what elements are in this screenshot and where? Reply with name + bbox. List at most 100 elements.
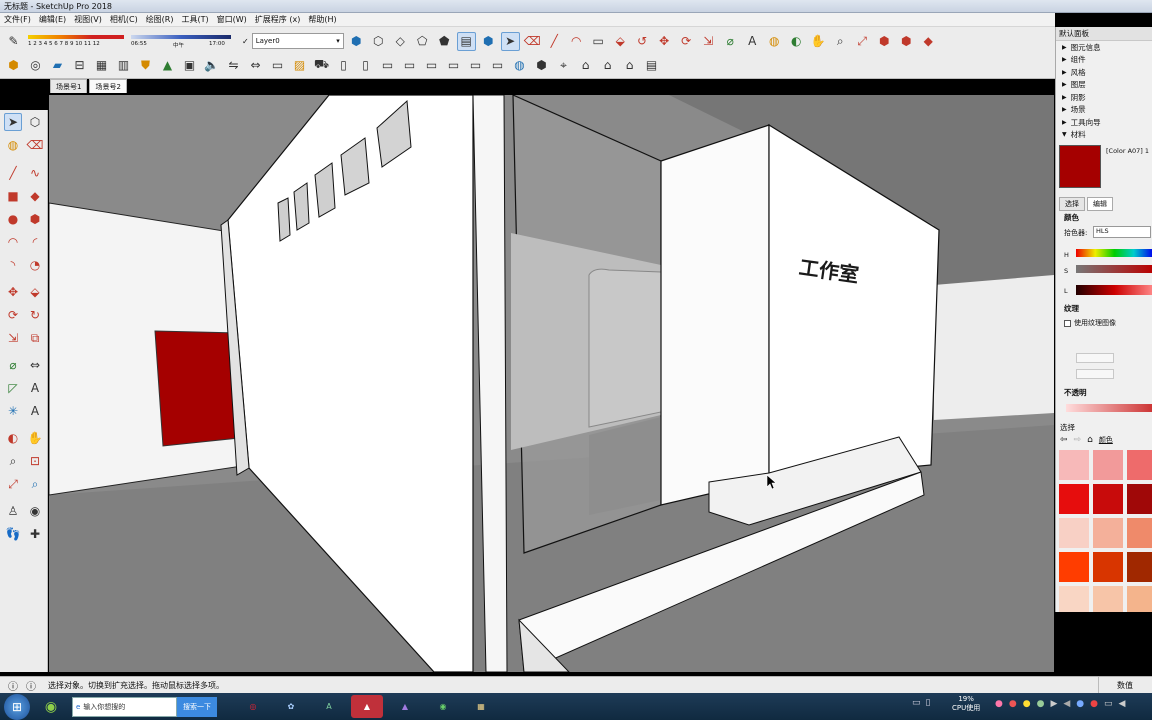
iso-view-icon[interactable]: ▭ <box>378 56 397 75</box>
zoom-window-icon[interactable]: ⊡ <box>26 452 44 470</box>
shadow-month-slider[interactable]: 1 2 3 4 5 6 7 8 9 10 11 12 <box>26 31 126 51</box>
top-view-icon[interactable]: ▭ <box>400 56 419 75</box>
home-icon[interactable]: ⌂ <box>1087 435 1093 445</box>
xray-icon[interactable]: ⬢ <box>347 32 366 51</box>
sun-icon[interactable]: ● <box>1023 699 1031 709</box>
tab-scene-2[interactable]: 场景号2 <box>89 79 127 93</box>
3d-text-icon[interactable]: A <box>26 402 44 420</box>
circle-icon[interactable]: ● <box>4 210 22 228</box>
speaker-icon[interactable]: 🔈 <box>202 56 221 75</box>
text-icon[interactable]: A <box>26 379 44 397</box>
left-view-icon[interactable]: ▭ <box>422 56 441 75</box>
layout-icon[interactable]: ◆ <box>919 32 938 51</box>
rotate-icon[interactable]: ⟳ <box>4 306 22 324</box>
material-swatch[interactable] <box>1059 586 1089 612</box>
vs-icon[interactable]: ▲ <box>389 695 421 718</box>
extension-warehouse-icon[interactable]: ⬢ <box>897 32 916 51</box>
menu-tools[interactable]: 工具(T) <box>182 14 209 25</box>
toggle-terrain-icon[interactable]: ▤ <box>642 56 661 75</box>
axes-icon[interactable]: ✳ <box>4 402 22 420</box>
tab-edit[interactable]: 编辑 <box>1087 197 1113 211</box>
make-component-icon[interactable]: ⬡ <box>26 113 44 131</box>
align-icon[interactable]: ⇋ <box>224 56 243 75</box>
network-icon[interactable]: ● <box>1037 699 1045 709</box>
material-swatch[interactable] <box>1127 586 1152 612</box>
pushpull-icon[interactable]: ⬙ <box>26 283 44 301</box>
help-icon[interactable]: ⓘ <box>26 678 36 693</box>
editor-icon[interactable]: A <box>313 695 345 718</box>
dimension-icon[interactable]: ⇔ <box>246 56 265 75</box>
push-pull-icon[interactable]: ⬙ <box>611 32 630 51</box>
search-button[interactable]: 搜索一下 <box>177 696 217 717</box>
zoom-tool-icon[interactable]: ⌕ <box>4 452 22 470</box>
material-swatch[interactable] <box>1059 552 1089 582</box>
tray-item-components[interactable]: ▶ 组件 <box>1056 54 1152 67</box>
group-icon[interactable]: ◎ <box>26 56 45 75</box>
globe-icon[interactable]: ◍ <box>510 56 529 75</box>
front-view-icon[interactable]: ▯ <box>334 56 353 75</box>
menu-window[interactable]: 窗口(W) <box>217 14 247 25</box>
rectangle-icon[interactable]: ■ <box>4 187 22 205</box>
app-icon[interactable]: ✿ <box>275 695 307 718</box>
arc-icon[interactable]: ◠ <box>4 233 22 251</box>
menu-view[interactable]: 视图(V) <box>74 14 102 25</box>
view-icon[interactable]: ▭ <box>488 56 507 75</box>
section-plane-icon[interactable]: ⊟ <box>70 56 89 75</box>
menu-file[interactable]: 文件(F) <box>4 14 31 25</box>
tray-item-shadows[interactable]: ▶ 阴影 <box>1056 91 1152 104</box>
material-swatch[interactable] <box>1059 518 1089 548</box>
lightness-slider[interactable] <box>1076 285 1152 295</box>
texture-height-field[interactable] <box>1076 369 1114 379</box>
move-icon[interactable]: ✥ <box>4 283 22 301</box>
antivirus-icon[interactable]: ● <box>1009 699 1017 709</box>
two-point-arc-icon[interactable]: ◜ <box>26 233 44 251</box>
section-icon[interactable]: ✚ <box>26 525 44 543</box>
pan-tool-icon[interactable]: ✋ <box>26 429 44 447</box>
zoom-icon[interactable]: ⌕ <box>831 32 850 51</box>
offset-icon[interactable]: ⧉ <box>26 329 44 347</box>
sandbox-icon[interactable]: ▥ <box>114 56 133 75</box>
tape-measure-icon[interactable]: ⌀ <box>721 32 740 51</box>
tray-item-scenes[interactable]: ▶ 场景 <box>1056 104 1152 117</box>
home-icon[interactable]: ⌂ <box>576 56 595 75</box>
3d-viewport[interactable]: 工作室 <box>49 95 1054 672</box>
texture-width-field[interactable] <box>1076 353 1114 363</box>
menu-draw[interactable]: 绘图(R) <box>146 14 174 25</box>
material-swatch[interactable] <box>1127 484 1152 514</box>
tray-item-instructor[interactable]: ▶ 工具向导 <box>1056 116 1152 129</box>
tray-item-entity-info[interactable]: ▶ 图元信息 <box>1056 41 1152 54</box>
look-around-icon[interactable]: ◉ <box>26 502 44 520</box>
use-texture-checkbox[interactable] <box>1064 319 1071 327</box>
paint-icon[interactable]: ◍ <box>4 136 22 154</box>
folder-icon[interactable]: ▦ <box>465 695 497 718</box>
pencil-icon[interactable]: ✎ <box>4 32 23 51</box>
material-swatch[interactable] <box>1127 518 1152 548</box>
scale-icon[interactable]: ⇲ <box>4 329 22 347</box>
terrain-icon[interactable]: ▲ <box>158 56 177 75</box>
opacity-slider[interactable] <box>1066 404 1152 412</box>
wireframe-icon[interactable]: ◇ <box>391 32 410 51</box>
hue-slider[interactable] <box>1076 249 1152 257</box>
label-icon[interactable]: ▭ <box>268 56 287 75</box>
layer-dropdown[interactable]: Layer0 ▾ <box>251 33 344 49</box>
tray-item-styles[interactable]: ▶ 风格 <box>1056 66 1152 79</box>
move-tool-icon[interactable]: ✥ <box>655 32 674 51</box>
followme-icon[interactable]: ↻ <box>26 306 44 324</box>
line-icon[interactable]: ╱ <box>4 164 22 182</box>
orbit-tool-icon[interactable]: ◐ <box>4 429 22 447</box>
arrow-icon[interactable]: ◀ <box>1063 699 1070 709</box>
app-tray-icon[interactable]: ● <box>995 699 1003 709</box>
menu-camera[interactable]: 相机(C) <box>110 14 138 25</box>
select-tool-icon[interactable]: ➤ <box>500 31 520 51</box>
browser-tray-icon[interactable]: ● <box>1090 699 1098 709</box>
shield-icon[interactable]: ⛊ <box>136 56 155 75</box>
back-icon[interactable]: ⇦ <box>1060 435 1068 445</box>
rotated-rectangle-icon[interactable]: ◆ <box>26 187 44 205</box>
scale-tool-icon[interactable]: ⇲ <box>699 32 718 51</box>
material-swatch[interactable] <box>1093 450 1123 480</box>
text-tool-icon[interactable]: A <box>743 32 762 51</box>
tab-scene-1[interactable]: 场景号1 <box>50 79 88 93</box>
info-icon[interactable]: ⓘ <box>8 678 18 693</box>
menu-extensions[interactable]: 扩展程序 (x) <box>255 14 301 25</box>
arc-tool-icon[interactable]: ◠ <box>567 32 586 51</box>
